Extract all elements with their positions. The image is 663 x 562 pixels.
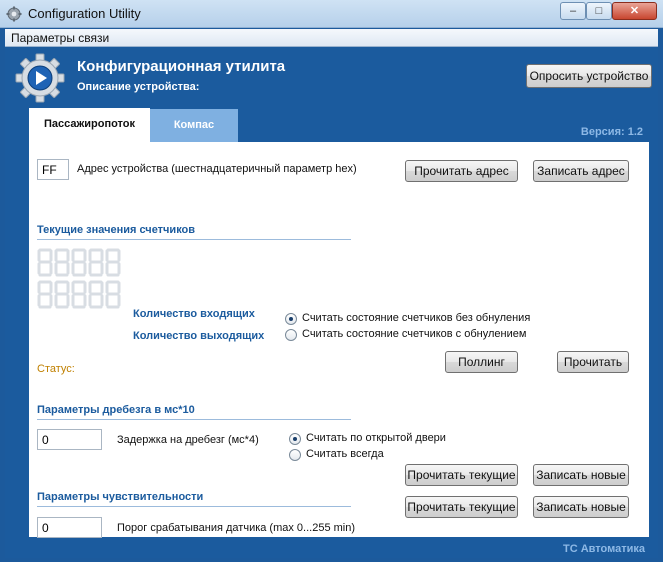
device-description-label: Описание устройства: bbox=[77, 81, 200, 93]
read-address-button[interactable]: Прочитать адрес bbox=[405, 160, 518, 182]
query-device-button[interactable]: Опросить устройство bbox=[526, 64, 652, 88]
counter-display bbox=[37, 248, 121, 309]
write-address-button[interactable]: Записать адрес bbox=[533, 160, 629, 182]
counters-section-title: Текущие значения счетчиков bbox=[37, 224, 196, 236]
debounce-divider bbox=[37, 419, 351, 420]
write-new-sensitivity-button[interactable]: Записать новые bbox=[533, 496, 629, 518]
radio-label: Считать состояние счетчиков с обнулением bbox=[302, 328, 527, 340]
window-title: Configuration Utility bbox=[28, 6, 141, 21]
main-window: Конфигурационная утилита Описание устрой… bbox=[5, 47, 658, 558]
counters-divider bbox=[37, 239, 351, 240]
incoming-count-label: Количество входящих bbox=[133, 308, 255, 320]
debounce-section-title: Параметры дребезга в мс*10 bbox=[37, 404, 195, 416]
polling-button[interactable]: Поллинг bbox=[445, 351, 518, 373]
radio-label: Считать по открытой двери bbox=[306, 432, 446, 444]
radio-indicator[interactable] bbox=[285, 313, 297, 325]
sensitivity-divider bbox=[37, 506, 351, 507]
menu-item-connection-settings[interactable]: Параметры связи bbox=[11, 31, 109, 45]
read-counters-button[interactable]: Прочитать bbox=[557, 351, 629, 373]
footer-brand: ТС Автоматика bbox=[563, 543, 645, 555]
radio-indicator[interactable] bbox=[289, 433, 301, 445]
version-label: Версия: 1.2 bbox=[580, 126, 643, 138]
read-current-sensitivity-button[interactable]: Прочитать текущие bbox=[405, 496, 518, 518]
radio-indicator[interactable] bbox=[285, 329, 297, 341]
close-button[interactable]: ✕ bbox=[612, 2, 657, 20]
sensitivity-threshold-input[interactable] bbox=[37, 517, 102, 538]
tab-passenger-flow[interactable]: Пассажиропоток bbox=[29, 108, 150, 144]
debounce-delay-input[interactable] bbox=[37, 429, 102, 450]
app-heading: Конфигурационная утилита bbox=[77, 58, 286, 75]
radio-label: Считать всегда bbox=[306, 448, 384, 460]
outgoing-count-label: Количество выходящих bbox=[133, 330, 265, 342]
maximize-button[interactable]: □ bbox=[586, 2, 612, 20]
sensitivity-threshold-label: Порог срабатывания датчика (max 0...255 … bbox=[117, 522, 356, 534]
radio-indicator[interactable] bbox=[289, 449, 301, 461]
read-current-debounce-button[interactable]: Прочитать текущие bbox=[405, 464, 518, 486]
radio-label: Считать состояние счетчиков без обнулени… bbox=[302, 312, 531, 324]
tab-panel-passenger-flow: Адрес устройства (шестнадцатеричный пара… bbox=[29, 142, 649, 538]
device-address-input[interactable] bbox=[37, 159, 69, 180]
tab-compass[interactable]: Компас bbox=[150, 109, 238, 143]
write-new-debounce-button[interactable]: Записать новые bbox=[533, 464, 629, 486]
title-bar: Configuration Utility – □ ✕ bbox=[0, 0, 663, 28]
gear-play-icon bbox=[15, 53, 65, 103]
sensitivity-section-title: Параметры чувствительности bbox=[37, 491, 204, 503]
device-address-label: Адрес устройства (шестнадцатеричный пара… bbox=[77, 163, 357, 175]
status-label: Статус: bbox=[37, 363, 75, 375]
minimize-button[interactable]: – bbox=[560, 2, 586, 20]
gear-icon bbox=[6, 6, 22, 22]
debounce-delay-label: Задержка на дребезг (мс*4) bbox=[117, 434, 259, 446]
menu-bar: Параметры связи bbox=[5, 29, 658, 47]
